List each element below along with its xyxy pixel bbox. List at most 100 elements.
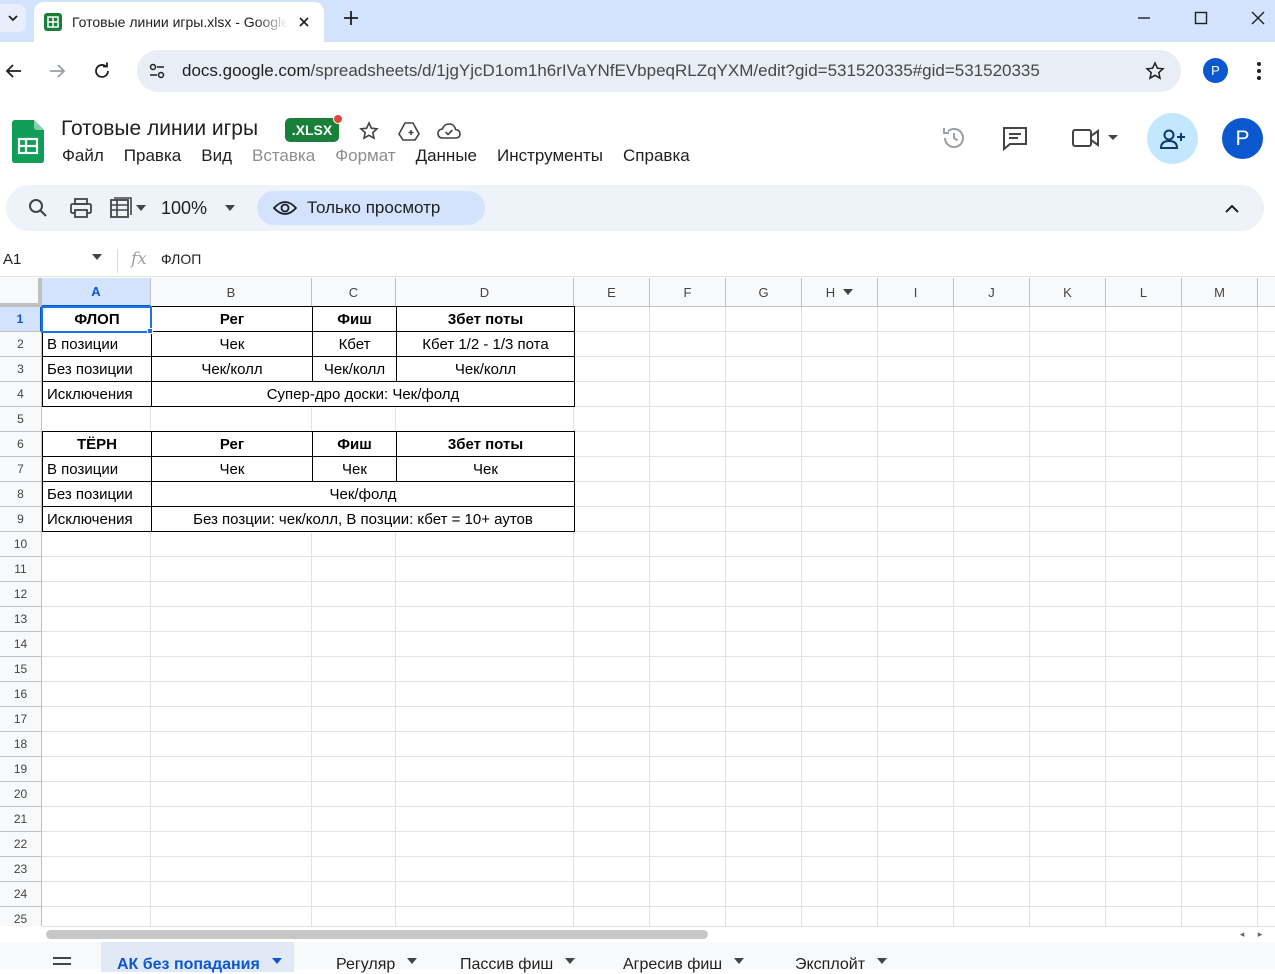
- star-icon[interactable]: [357, 119, 381, 143]
- column-header-j[interactable]: J: [954, 278, 1030, 307]
- cell-a4[interactable]: Исключения: [42, 381, 152, 407]
- cell-d2[interactable]: Кбет 1/2 - 1/3 пота: [396, 331, 575, 357]
- column-header-g[interactable]: G: [726, 278, 802, 307]
- address-bar[interactable]: docs.google.com/spreadsheets/d/1jgYjcD1o…: [137, 50, 1181, 92]
- browser-menu-kebab-icon[interactable]: [1249, 58, 1269, 84]
- all-sheets-menu-icon[interactable]: [50, 952, 74, 972]
- cell-a7[interactable]: В позиции: [42, 456, 152, 482]
- cell-b8[interactable]: Чек/фолд: [151, 481, 575, 507]
- cell-a6[interactable]: ТЁРН: [42, 431, 152, 457]
- column-header-m[interactable]: M: [1182, 278, 1258, 307]
- row-header-20[interactable]: 20: [0, 782, 42, 807]
- row-header-9[interactable]: 9: [0, 507, 42, 532]
- reload-icon[interactable]: [88, 57, 116, 85]
- menu-data[interactable]: Данные: [406, 146, 487, 170]
- close-window-icon[interactable]: [1245, 5, 1271, 31]
- meet-video-button[interactable]: [1068, 118, 1122, 158]
- row-header-25[interactable]: 25: [0, 907, 42, 926]
- view-only-mode-button[interactable]: Только просмотр: [257, 191, 485, 225]
- paint-format-dropdown[interactable]: [106, 196, 150, 220]
- scroll-right-arrow-icon[interactable]: ▸: [1253, 928, 1267, 941]
- sheet-tab-regular[interactable]: Регуляр: [320, 942, 429, 973]
- spreadsheet-grid[interactable]: A B C D E F G H I J K L M 1 2 3 4 5 6 7 8 9 10 11 12 13 14 15 16 17 18…: [0, 278, 1275, 926]
- row-header-21[interactable]: 21: [0, 807, 42, 832]
- comments-icon[interactable]: [1001, 118, 1029, 158]
- row-header-24[interactable]: 24: [0, 882, 42, 907]
- browser-profile-avatar[interactable]: P: [1203, 58, 1228, 83]
- row-header-12[interactable]: 12: [0, 582, 42, 607]
- cell-c2[interactable]: Кбет: [312, 331, 397, 357]
- cell-d6[interactable]: 3бет поты: [396, 431, 575, 457]
- cell-a8[interactable]: Без позиции: [42, 481, 152, 507]
- name-box[interactable]: A1: [3, 251, 21, 268]
- row-header-22[interactable]: 22: [0, 832, 42, 857]
- row-header-15[interactable]: 15: [0, 657, 42, 682]
- row-header-10[interactable]: 10: [0, 532, 42, 557]
- cell-d1[interactable]: 3бет поты: [396, 306, 575, 332]
- row-header-5[interactable]: 5: [0, 407, 42, 432]
- cell-b2[interactable]: Чек: [151, 331, 313, 357]
- minimize-window-icon[interactable]: [1131, 5, 1157, 31]
- back-arrow-icon[interactable]: [0, 57, 28, 85]
- column-header-f[interactable]: F: [650, 278, 726, 307]
- site-settings-icon[interactable]: [145, 59, 169, 83]
- maximize-window-icon[interactable]: [1188, 5, 1214, 31]
- formula-input[interactable]: ФЛОП: [161, 251, 201, 267]
- close-tab-icon[interactable]: [294, 12, 314, 32]
- cell-b4[interactable]: Супер-дро доски: Чек/фолд: [151, 381, 575, 407]
- row-header-8[interactable]: 8: [0, 482, 42, 507]
- column-header-h[interactable]: H: [802, 278, 878, 307]
- row-header-7[interactable]: 7: [0, 457, 42, 482]
- row-header-13[interactable]: 13: [0, 607, 42, 632]
- column-header-l[interactable]: L: [1106, 278, 1182, 307]
- search-menus-icon[interactable]: [26, 196, 50, 220]
- row-header-14[interactable]: 14: [0, 632, 42, 657]
- cell-a3[interactable]: Без позиции: [42, 356, 152, 382]
- row-header-11[interactable]: 11: [0, 557, 42, 582]
- row-header-6[interactable]: 6: [0, 432, 42, 457]
- row-header-2[interactable]: 2: [0, 332, 42, 357]
- sheet-tab-ak[interactable]: АК без попадания: [101, 942, 294, 973]
- row-header-17[interactable]: 17: [0, 707, 42, 732]
- row-header-18[interactable]: 18: [0, 732, 42, 757]
- column-header-d[interactable]: D: [396, 278, 574, 307]
- fill-handle[interactable]: [147, 328, 153, 334]
- version-history-icon[interactable]: [940, 118, 968, 158]
- row-header-3[interactable]: 3: [0, 357, 42, 382]
- horizontal-scrollbar[interactable]: ◂ ▸: [42, 926, 1275, 942]
- row-header-1[interactable]: 1: [0, 307, 42, 332]
- column-header-b[interactable]: B: [151, 278, 312, 307]
- document-title[interactable]: Готовые линии игры: [61, 117, 258, 141]
- column-header-a[interactable]: A: [42, 278, 151, 307]
- cell-c7[interactable]: Чек: [312, 456, 397, 482]
- new-tab-plus-icon[interactable]: [338, 5, 364, 31]
- row-header-19[interactable]: 19: [0, 757, 42, 782]
- menu-view[interactable]: Вид: [191, 146, 242, 170]
- cell-b7[interactable]: Чек: [151, 456, 313, 482]
- menu-help[interactable]: Справка: [613, 146, 700, 170]
- browser-tab-active[interactable]: Готовые линии игры.xlsx - Google Таблицы: [34, 2, 324, 42]
- filter-caret-icon[interactable]: [843, 289, 854, 295]
- forward-arrow-icon[interactable]: [43, 57, 71, 85]
- cell-d3[interactable]: Чек/колл: [396, 356, 575, 382]
- move-to-drive-icon[interactable]: [397, 119, 421, 143]
- row-header-16[interactable]: 16: [0, 682, 42, 707]
- print-icon[interactable]: [69, 196, 93, 220]
- bookmark-star-icon[interactable]: [1143, 59, 1167, 83]
- row-header-23[interactable]: 23: [0, 857, 42, 882]
- menu-file[interactable]: Файл: [52, 146, 114, 170]
- name-box-caret-icon[interactable]: [91, 253, 103, 261]
- cell-b3[interactable]: Чек/колл: [151, 356, 313, 382]
- sheet-tab-exploit[interactable]: Эксплойт: [779, 942, 899, 973]
- column-header-c[interactable]: C: [312, 278, 396, 307]
- sheet-tab-passive-fish[interactable]: Пассив фиш: [444, 942, 587, 973]
- cell-c3[interactable]: Чек/колл: [312, 356, 397, 382]
- zoom-level[interactable]: 100%: [161, 198, 207, 219]
- select-all-corner[interactable]: [0, 278, 42, 307]
- row-header-4[interactable]: 4: [0, 382, 42, 407]
- file-format-badge[interactable]: .XLSX: [285, 118, 339, 142]
- sheet-tab-aggressive-fish[interactable]: Агресив фиш: [607, 942, 756, 973]
- column-header-k[interactable]: K: [1030, 278, 1106, 307]
- tab-search-button[interactable]: [0, 4, 26, 32]
- scroll-left-arrow-icon[interactable]: ◂: [1235, 928, 1249, 941]
